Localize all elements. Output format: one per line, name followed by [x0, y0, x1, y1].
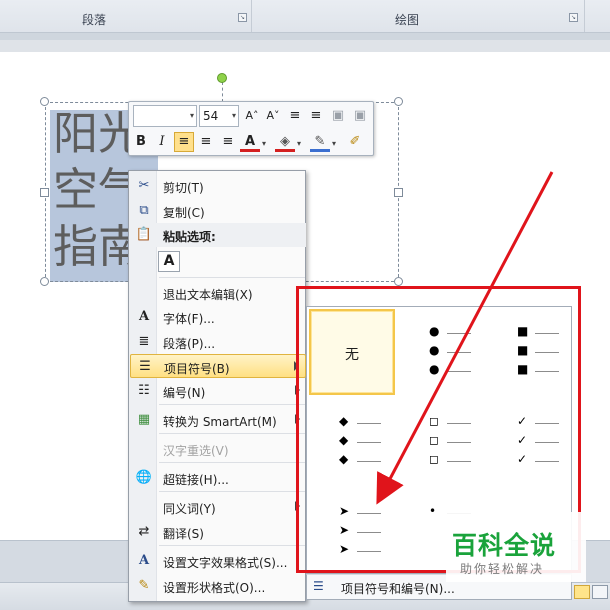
watermark-logo: 百科全说 助你轻松解决 — [446, 512, 586, 582]
watermark-subtitle: 助你轻松解决 — [460, 562, 545, 576]
watermark-title: 百科全说 — [452, 531, 557, 560]
annotation-arrow-line — [376, 171, 554, 505]
